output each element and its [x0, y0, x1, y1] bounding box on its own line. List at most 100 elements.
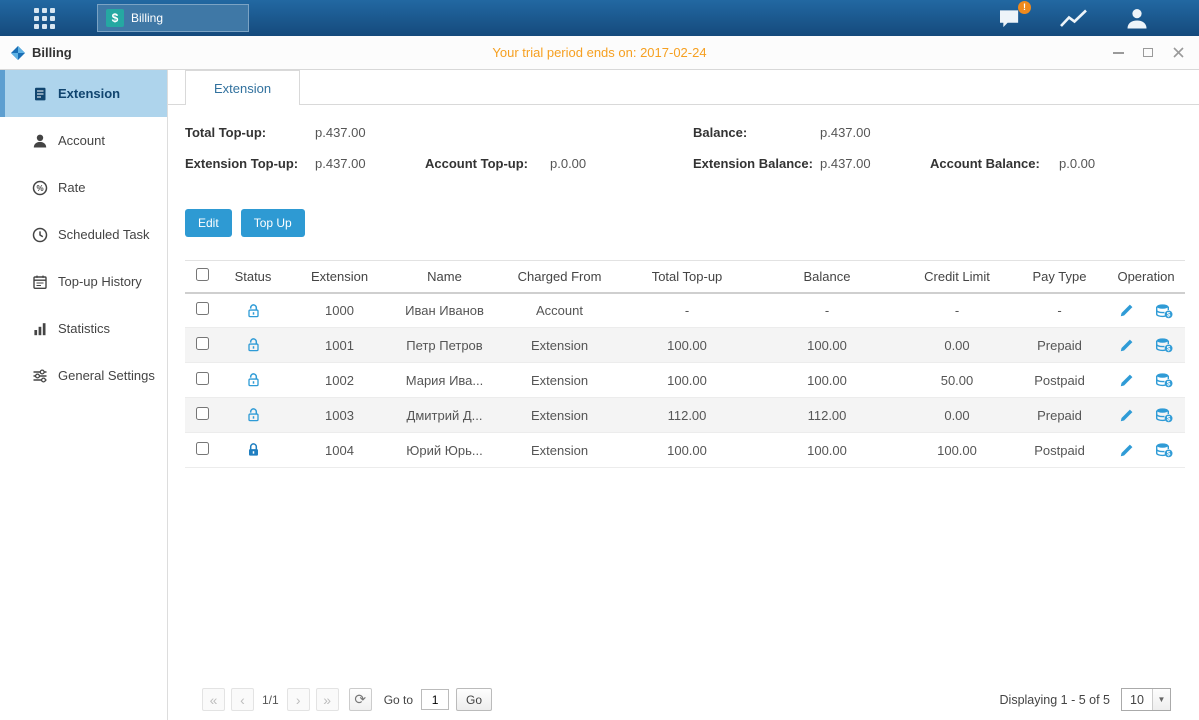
edit-button[interactable]: Edit — [185, 209, 232, 237]
svg-text:$: $ — [1167, 381, 1171, 388]
prev-page-button[interactable]: ‹ — [231, 688, 254, 711]
topup-row-icon[interactable]: $ — [1155, 442, 1173, 458]
extension-cell: 1001 — [287, 328, 392, 363]
total-topup-label: Total Top-up: — [185, 125, 266, 140]
status-lock-icon[interactable] — [246, 303, 261, 319]
column-header-operation: Operation — [1107, 261, 1185, 293]
topup-row-icon[interactable]: $ — [1155, 372, 1173, 388]
total-topup-value: p.437.00 — [315, 125, 366, 140]
charged-from-cell: Extension — [497, 398, 622, 433]
topup-row-icon[interactable]: $ — [1155, 337, 1173, 353]
go-button[interactable]: Go — [456, 688, 492, 711]
extension-cell: 1004 — [287, 433, 392, 468]
displaying-info: Displaying 1 - 5 of 5 — [1000, 693, 1110, 707]
sidebar-item-scheduled-task[interactable]: Scheduled Task — [0, 211, 167, 258]
next-page-button[interactable]: › — [287, 688, 310, 711]
column-header-total-topup: Total Top-up — [622, 261, 752, 293]
topup-row-icon[interactable]: $ — [1155, 303, 1173, 319]
charged-from-cell: Extension — [497, 328, 622, 363]
total-topup-cell: 112.00 — [622, 398, 752, 433]
name-cell: Петр Петров — [392, 328, 497, 363]
sidebar-item-statistics[interactable]: Statistics — [0, 305, 167, 352]
tab-bar: Extension — [168, 70, 1199, 105]
pagination-right: Displaying 1 - 5 of 5 10 ▼ — [1000, 688, 1171, 711]
row-checkbox[interactable] — [196, 407, 209, 420]
credit-limit-cell: 50.00 — [902, 363, 1012, 398]
statistics-topbar-icon[interactable] — [1059, 7, 1089, 29]
edit-row-icon[interactable] — [1119, 338, 1134, 353]
close-button[interactable] — [1171, 46, 1185, 60]
svg-text:$: $ — [1167, 451, 1171, 458]
billing-logo-icon — [10, 45, 26, 61]
account-icon — [32, 133, 49, 149]
messages-icon[interactable]: ! — [998, 8, 1023, 29]
pay-type-cell: Prepaid — [1012, 398, 1107, 433]
page-info: 1/1 — [262, 693, 279, 707]
balance-cell: - — [752, 293, 902, 328]
edit-row-icon[interactable] — [1119, 408, 1134, 423]
status-lock-icon[interactable] — [246, 442, 261, 458]
pay-type-cell: - — [1012, 293, 1107, 328]
user-icon[interactable] — [1125, 7, 1149, 29]
taskbar-tab-billing[interactable]: $ Billing — [97, 4, 249, 32]
window-titlebar: Billing Your trial period ends on: 2017-… — [0, 36, 1199, 70]
extension-balance-label: Extension Balance: — [693, 156, 813, 171]
status-lock-icon[interactable] — [246, 407, 261, 423]
row-checkbox[interactable] — [196, 302, 209, 315]
sidebar-item-extension[interactable]: Extension — [0, 70, 167, 117]
trial-notice: Your trial period ends on: 2017-02-24 — [0, 45, 1199, 60]
sidebar-item-account[interactable]: Account — [0, 117, 167, 164]
edit-row-icon[interactable] — [1119, 303, 1134, 318]
balance-summary: Total Top-up: p.437.00 Balance: p.437.00… — [185, 125, 1185, 197]
billing-app-icon: $ — [106, 9, 124, 27]
top-up-button[interactable]: Top Up — [241, 209, 305, 237]
sidebar-item-general-settings[interactable]: General Settings — [0, 352, 167, 399]
name-cell: Иван Иванов — [392, 293, 497, 328]
notification-badge: ! — [1018, 1, 1031, 14]
select-all-header — [185, 261, 219, 293]
apps-menu-icon[interactable] — [34, 8, 55, 29]
table-row: 1004 Юрий Юрь... Extension 100.00 100.00… — [185, 433, 1185, 468]
pay-type-cell: Postpaid — [1012, 363, 1107, 398]
chevron-down-icon: ▼ — [1152, 689, 1170, 710]
table-row: 1002 Мария Ива... Extension 100.00 100.0… — [185, 363, 1185, 398]
last-page-button[interactable]: » — [316, 688, 339, 711]
row-checkbox[interactable] — [196, 372, 209, 385]
column-header-name: Name — [392, 261, 497, 293]
topup-row-icon[interactable]: $ — [1155, 407, 1173, 423]
charged-from-cell: Account — [497, 293, 622, 328]
select-all-checkbox[interactable] — [196, 268, 209, 281]
window-title: Billing — [32, 45, 72, 60]
account-topup-label: Account Top-up: — [425, 156, 528, 171]
name-cell: Юрий Юрь... — [392, 433, 497, 468]
minimize-button[interactable] — [1111, 46, 1125, 60]
balance-label: Balance: — [693, 125, 747, 140]
page-size-select[interactable]: 10 ▼ — [1121, 688, 1171, 711]
credit-limit-cell: - — [902, 293, 1012, 328]
tab-extension[interactable]: Extension — [185, 70, 300, 105]
total-topup-cell: 100.00 — [622, 363, 752, 398]
sidebar-item-rate[interactable]: % Rate — [0, 164, 167, 211]
edit-row-icon[interactable] — [1119, 443, 1134, 458]
action-buttons: Edit Top Up — [185, 209, 1185, 237]
name-cell: Дмитрий Д... — [392, 398, 497, 433]
charged-from-cell: Extension — [497, 433, 622, 468]
status-lock-icon[interactable] — [246, 337, 261, 353]
total-topup-cell: 100.00 — [622, 433, 752, 468]
first-page-button[interactable]: « — [202, 688, 225, 711]
svg-text:$: $ — [1167, 311, 1171, 318]
svg-text:%: % — [36, 184, 43, 193]
row-checkbox[interactable] — [196, 337, 209, 350]
maximize-button[interactable] — [1141, 46, 1155, 60]
refresh-icon[interactable]: ⟳ — [349, 688, 372, 711]
row-checkbox[interactable] — [196, 442, 209, 455]
account-balance-value: p.0.00 — [1059, 156, 1095, 171]
goto-page-input[interactable] — [421, 689, 449, 710]
window-controls — [1111, 46, 1185, 60]
pay-type-cell: Postpaid — [1012, 433, 1107, 468]
status-lock-icon[interactable] — [246, 372, 261, 388]
table-header-row: Status Extension Name Charged From Total… — [185, 261, 1185, 293]
edit-row-icon[interactable] — [1119, 373, 1134, 388]
extension-topup-label: Extension Top-up: — [185, 156, 298, 171]
sidebar-item-topup-history[interactable]: Top-up History — [0, 258, 167, 305]
